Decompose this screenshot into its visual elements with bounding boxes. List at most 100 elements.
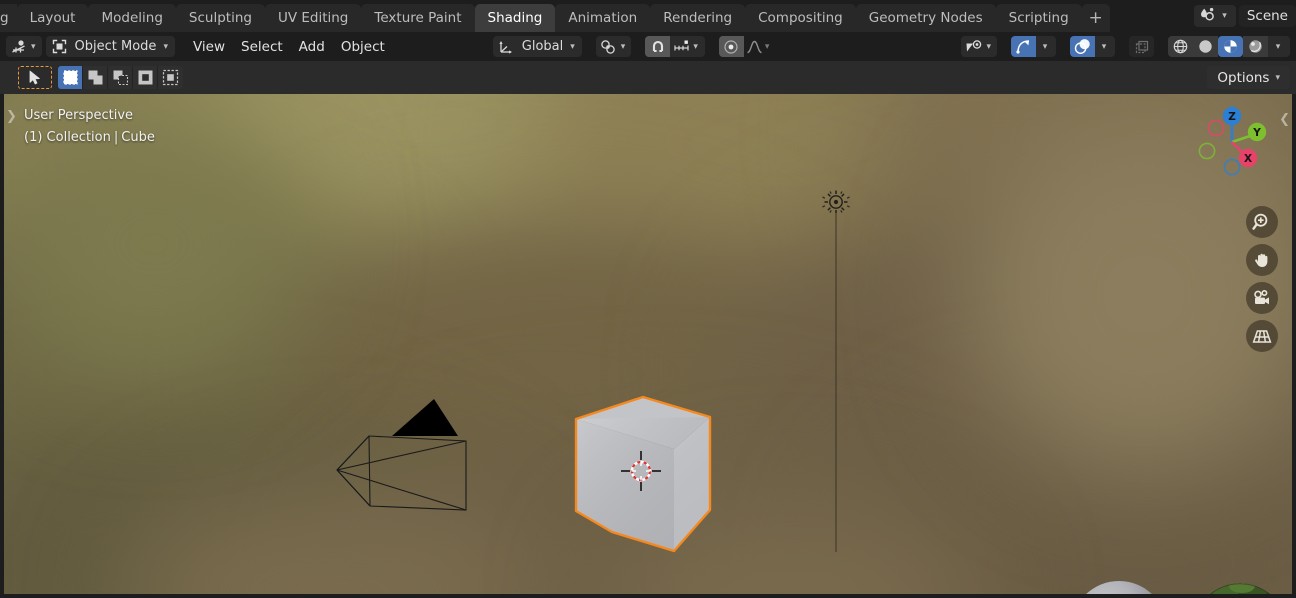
select-extend-icon <box>88 70 102 85</box>
proportional-falloff-dropdown[interactable]: ▾ <box>744 36 776 57</box>
overlays-dropdown[interactable]: ▾ <box>1095 36 1115 57</box>
workspace-tab-clipped[interactable]: g <box>0 4 17 32</box>
gizmo-toggle[interactable] <box>1011 36 1036 57</box>
toggle-perspective-ortho-button[interactable] <box>1246 320 1278 352</box>
select-mode-extend-button[interactable] <box>83 66 108 89</box>
shading-dropdown[interactable]: ▾ <box>1268 36 1290 57</box>
shading-solid-icon <box>1199 40 1212 53</box>
proportional-editing-toggle[interactable] <box>718 36 744 57</box>
zoom-button[interactable] <box>1246 206 1278 238</box>
menu-view[interactable]: View <box>185 36 233 57</box>
workspace-tab-texture-paint[interactable]: Texture Paint <box>361 4 475 32</box>
hand-pan-icon <box>1255 253 1268 267</box>
menu-add[interactable]: Add <box>291 36 333 57</box>
camera-object[interactable] <box>326 394 481 519</box>
topbar-scene-area: ▾ Scene <box>1194 0 1296 32</box>
add-workspace-button[interactable]: + <box>1081 4 1110 32</box>
gizmo-dropdown[interactable]: ▾ <box>1036 36 1056 57</box>
gizmo-icon <box>1016 40 1030 54</box>
camera-view-button[interactable] <box>1246 282 1278 314</box>
object-types-visibility-icon <box>963 36 984 57</box>
shading-rendered-button[interactable] <box>1243 36 1268 57</box>
workspace-tab-rendering[interactable]: Rendering <box>650 4 746 32</box>
object-mode-dropdown[interactable]: Object Mode ▾ <box>45 36 175 57</box>
grid-perspective-icon <box>1252 330 1272 343</box>
select-intersect-icon <box>162 69 179 86</box>
select-mode-invert-button[interactable] <box>133 66 158 89</box>
chevron-down-icon: ▾ <box>1275 72 1280 83</box>
workspace-tab-modeling[interactable]: Modeling <box>88 4 176 32</box>
workspace-tab-uv-editing[interactable]: UV Editing <box>264 4 362 32</box>
chevron-down-icon: ▾ <box>693 41 698 52</box>
proportional-editing-icon <box>724 39 738 54</box>
chevron-down-icon: ▾ <box>1042 41 1048 52</box>
3d-cursor <box>621 451 661 491</box>
select-mode-group <box>58 66 183 89</box>
menu-object[interactable]: Object <box>333 36 393 57</box>
menu-select[interactable]: Select <box>233 36 291 57</box>
select-invert-icon <box>138 70 152 85</box>
navigation-gizmo[interactable]: Z Y X <box>1194 104 1270 180</box>
scene-browse-button[interactable]: ▾ <box>1194 5 1236 27</box>
options-dropdown[interactable]: Options ▾ <box>1207 66 1290 89</box>
options-label: Options <box>1217 69 1270 86</box>
gizmo-axis-x-label: X <box>1244 153 1252 165</box>
tweak-cursor-icon <box>29 70 40 85</box>
object-types-visibility-dropdown[interactable]: ▾ <box>961 36 997 57</box>
overlays-toggle[interactable] <box>1070 36 1095 57</box>
snap-increment-icon <box>674 40 689 50</box>
chevron-down-icon: ▾ <box>764 41 770 52</box>
toolbar-expand-arrow-icon[interactable]: ❯ <box>6 109 17 124</box>
select-mode-intersect-button[interactable] <box>158 66 183 89</box>
editor-type-button[interactable]: ▾ <box>6 36 42 57</box>
workspace-tab-geometry-nodes[interactable]: Geometry Nodes <box>855 4 996 32</box>
tool-header: Options ▾ <box>0 61 1296 94</box>
select-mode-subtract-button[interactable] <box>108 66 133 89</box>
topbar: g Layout Modeling Sculpting UV Editing T… <box>0 0 1296 32</box>
shading-solid-button[interactable] <box>1193 36 1218 57</box>
gizmo-group: ▾ <box>1011 36 1056 57</box>
workspace-tab-sculpting[interactable]: Sculpting <box>175 4 265 32</box>
header-menus: View Select Add Object <box>185 36 393 57</box>
pivot-point-dropdown[interactable]: ▾ <box>595 36 632 57</box>
pan-button[interactable] <box>1246 244 1278 276</box>
chevron-down-icon: ▾ <box>163 41 168 52</box>
3d-viewport[interactable]: User Perspective (1) Collection | Cube ❯ ❮… <box>4 94 1292 594</box>
sidebar-expand-arrow-icon[interactable]: ❮ <box>1279 112 1290 127</box>
workspace-tab-shading[interactable]: Shading <box>474 4 556 32</box>
transform-orientation-label: Global <box>521 39 564 54</box>
proportional-editing-group: ▾ <box>718 36 776 57</box>
overlays-icon <box>1074 39 1090 54</box>
falloff-smooth-icon <box>747 40 762 53</box>
shading-wireframe-icon <box>1173 39 1188 54</box>
scene-name-field[interactable]: Scene <box>1238 5 1296 27</box>
active-tool-button[interactable] <box>18 66 52 89</box>
chevron-down-icon: ▾ <box>1222 11 1227 21</box>
snap-target-dropdown[interactable]: ▾ <box>670 36 705 57</box>
select-subtract-icon <box>113 70 128 86</box>
workspace-tab-compositing[interactable]: Compositing <box>745 4 856 32</box>
workspace-tab-layout[interactable]: Layout <box>16 4 89 32</box>
editor-type-3d-viewport-icon <box>8 36 29 57</box>
object-mode-icon <box>49 36 70 57</box>
workspace-tab-scripting[interactable]: Scripting <box>995 4 1082 32</box>
zoom-magnifier-icon <box>1252 213 1268 230</box>
select-set-icon <box>62 70 78 85</box>
snap-magnet-toggle[interactable] <box>645 36 671 57</box>
shading-wireframe-button[interactable] <box>1168 36 1193 57</box>
chevron-down-icon: ▾ <box>31 41 36 52</box>
shading-rendered-icon <box>1249 40 1262 53</box>
workspace-tabs: g Layout Modeling Sculpting UV Editing T… <box>0 0 1110 32</box>
blender-window: g Layout Modeling Sculpting UV Editing T… <box>0 0 1296 598</box>
object-mode-label: Object Mode <box>74 39 157 54</box>
toggle-xray-button[interactable] <box>1129 36 1154 57</box>
scene-icon <box>1199 7 1216 26</box>
transform-orientation-dropdown[interactable]: Global ▾ <box>492 36 582 57</box>
viewport-header: ▾ Object Mode ▾ View Select Add Object G… <box>0 32 1296 61</box>
light-object[interactable] <box>810 190 862 560</box>
shading-material-preview-icon <box>1224 40 1237 53</box>
toggle-xray-icon <box>1131 36 1152 57</box>
shading-material-preview-button[interactable] <box>1218 36 1243 57</box>
select-mode-set-button[interactable] <box>58 66 83 89</box>
workspace-tab-animation[interactable]: Animation <box>555 4 651 32</box>
